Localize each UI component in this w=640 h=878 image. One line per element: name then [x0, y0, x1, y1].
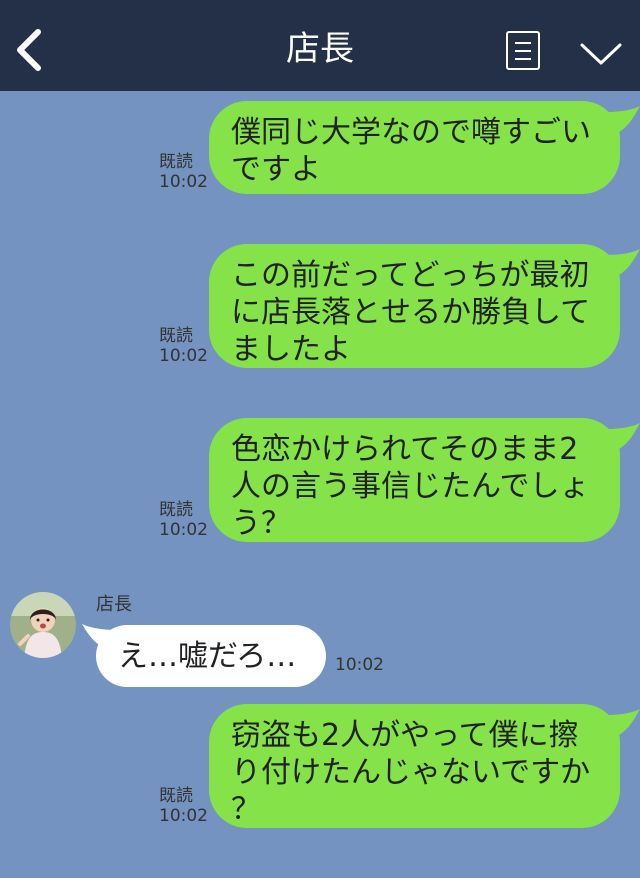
- read-label: 既読: [159, 786, 193, 806]
- message-bubble[interactable]: この前だってどっちが最初 に店長落とせるか勝負して ましたよ: [209, 244, 620, 368]
- avatar[interactable]: [10, 592, 76, 658]
- message-line: 窃盗も2人がやって僕に擦: [231, 718, 579, 753]
- avatar-photo: [10, 592, 76, 658]
- sender-name: 店長: [96, 594, 132, 615]
- list-menu-icon: [515, 42, 531, 44]
- list-menu-icon-line: [515, 58, 531, 60]
- message-line: 僕同じ大学なので噂すごい: [231, 115, 591, 150]
- timestamp: 10:02: [335, 655, 384, 675]
- chat-header: 店長: [0, 0, 640, 91]
- timestamp: 10:02: [159, 520, 208, 540]
- read-receipt: 既読 10:02: [159, 500, 208, 540]
- message-line: ましたよ: [231, 332, 351, 367]
- timestamp: 10:02: [159, 806, 208, 826]
- message-line: この前だってどっちが最初: [231, 258, 590, 293]
- read-label: 既読: [159, 500, 193, 520]
- message-line: に店長落とせるか勝負して: [231, 295, 591, 330]
- message-line: 人の言う事信じたんでしょ: [231, 469, 590, 504]
- read-label: 既読: [159, 326, 193, 346]
- message-bubble[interactable]: 僕同じ大学なので噂すごい ですよ: [209, 101, 620, 194]
- back-button[interactable]: [12, 28, 46, 72]
- message-line: ？: [231, 792, 261, 827]
- timestamp: 10:02: [159, 172, 208, 192]
- message-line: り付けたんじゃないですか: [231, 755, 591, 790]
- read-label: 既読: [159, 152, 193, 172]
- read-receipt: 既読 10:02: [159, 152, 208, 192]
- list-menu-icon-line: [515, 50, 531, 52]
- message-bubble[interactable]: え…嘘だろ…: [96, 625, 326, 687]
- menu-button[interactable]: [506, 31, 540, 70]
- read-receipt: 既読 10:02: [159, 326, 208, 366]
- read-receipt: 既読 10:02: [159, 786, 208, 826]
- chevron-down-icon: [580, 43, 622, 65]
- message-line: 色恋かけられてそのまま2: [231, 432, 579, 467]
- timestamp: 10:02: [159, 346, 208, 366]
- chat-title: 店長: [286, 29, 354, 69]
- message-bubble[interactable]: 色恋かけられてそのまま2 人の言う事信じたんでしょ う？: [209, 418, 620, 542]
- chevron-left-icon: [17, 29, 41, 71]
- message-line: ですよ: [231, 152, 321, 187]
- message-line: う？: [231, 506, 291, 541]
- message-bubble[interactable]: 窃盗も2人がやって僕に擦 り付けたんじゃないですか ？: [209, 704, 620, 828]
- collapse-button[interactable]: [578, 36, 624, 70]
